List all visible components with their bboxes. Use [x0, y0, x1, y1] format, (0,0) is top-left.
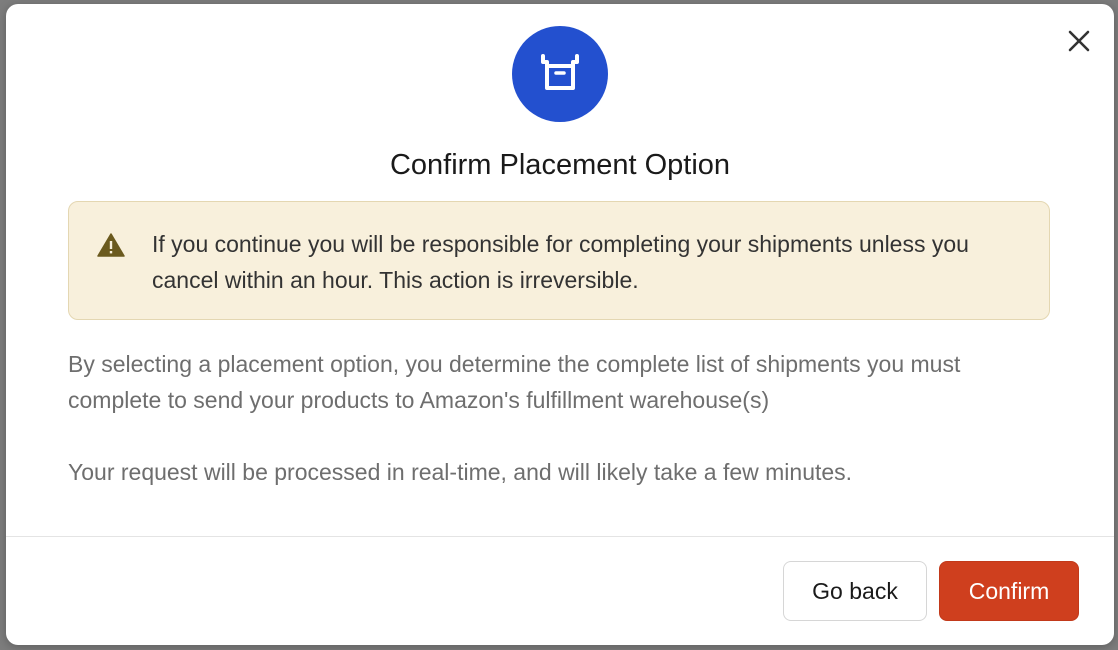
box-icon — [541, 54, 579, 90]
processing-note: Your request will be processed in real-t… — [68, 459, 853, 485]
warning-icon — [97, 233, 125, 257]
warning-text: If you continue you will be responsible … — [152, 231, 969, 293]
close-button[interactable] — [1066, 28, 1092, 54]
header-icon-circle — [512, 26, 608, 122]
description-paragraph: By selecting a placement option, you det… — [68, 351, 961, 413]
footer-divider — [6, 536, 1114, 537]
dialog-title: Confirm Placement Option — [389, 149, 731, 181]
go-back-button[interactable]: Go back — [783, 561, 927, 621]
confirm-placement-dialog: Confirm Placement Option If you continue… — [6, 4, 1114, 645]
warning-alert: If you continue you will be responsible … — [68, 201, 1050, 320]
close-icon — [1068, 30, 1090, 52]
confirm-button[interactable]: Confirm — [939, 561, 1079, 621]
